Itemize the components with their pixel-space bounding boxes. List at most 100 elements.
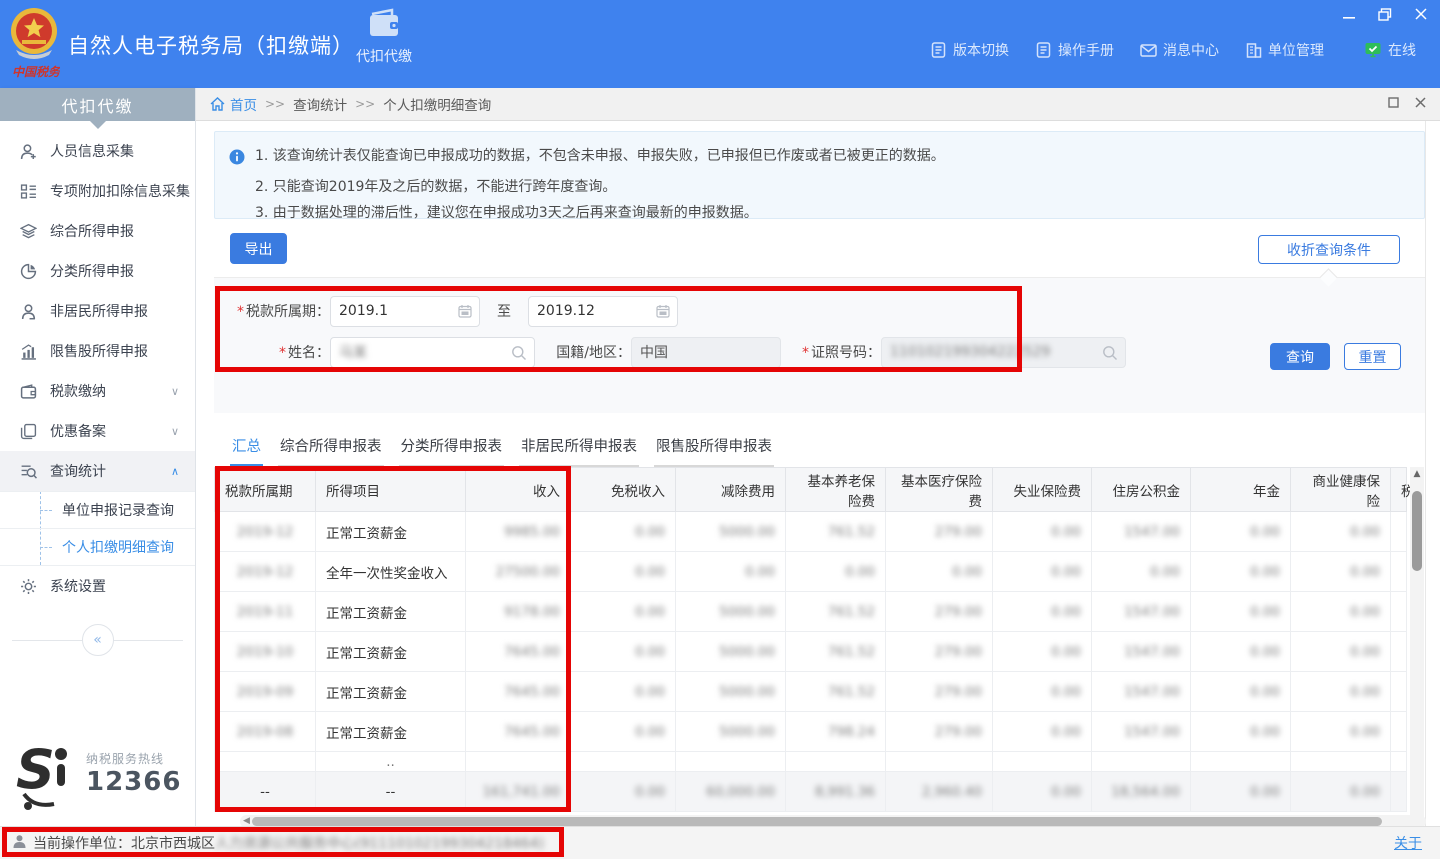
name-input[interactable]: 马某 — [330, 337, 535, 368]
table-row[interactable]: 2019-09正常工资薪金7645.000.005000.00761.52279… — [215, 672, 1407, 712]
header-menu-item-3[interactable]: 消息中心 — [1140, 40, 1219, 60]
table-row[interactable]: 2019-11正常工资薪金9178.000.005000.00761.52279… — [215, 592, 1407, 632]
search-button[interactable]: 查询 — [1270, 343, 1330, 370]
value-0-cell — [466, 752, 571, 772]
sidebar-item-专项附加扣除信息采集[interactable]: 专项附加扣除信息采集 — [0, 171, 195, 211]
column-header-住房公积金[interactable]: 住房公积金 — [1092, 468, 1191, 512]
value-2-cell: 5000.00 — [676, 592, 786, 632]
table-row[interactable]: 2019-12全年一次性奖金收入27500.000.000.000.000.00… — [215, 552, 1407, 592]
header-menu-item-4[interactable]: 单位管理 — [1245, 40, 1324, 60]
column-header-税款所属期[interactable]: 税款所属期 — [215, 468, 316, 512]
value-3-cell: 761.52 — [786, 672, 886, 712]
column-header-失业保险费[interactable]: 失业保险费 — [993, 468, 1092, 512]
table-row[interactable]: 2019-08正常工资薪金7645.000.005000.00798.24279… — [215, 712, 1407, 752]
vertical-scrollbar[interactable]: ▲ ▼ — [1410, 467, 1424, 859]
sidebar-item-查询统计[interactable]: 查询统计∧ — [0, 451, 195, 491]
panel-close-icon[interactable] — [1415, 97, 1426, 112]
period-from-input[interactable]: 2019.1 — [330, 296, 480, 327]
id-number-input[interactable]: 110102199304222529 — [881, 337, 1126, 368]
value-6: 1547.00 — [1124, 724, 1180, 740]
tab-非居民所得申报表[interactable]: 非居民所得申报表 — [519, 429, 639, 467]
tab-限售股所得申报表[interactable]: 限售股所得申报表 — [654, 429, 774, 467]
column-header-收入[interactable]: 收入 — [466, 468, 571, 512]
search-icon[interactable] — [511, 345, 527, 365]
value-6-cell — [1092, 752, 1191, 772]
sidebar-item-分类所得申报[interactable]: 分类所得申报 — [0, 251, 195, 291]
calendar-icon[interactable] — [458, 304, 472, 322]
column-header-减除费用[interactable]: 减除费用 — [676, 468, 786, 512]
column-header-基本养老保险费[interactable]: 基本养老保险费 — [786, 468, 886, 512]
sidebar-item-优惠备案[interactable]: 优惠备案 ∨ — [0, 411, 195, 451]
period-to-input[interactable]: 2019.12 — [528, 296, 678, 327]
person-plus-icon — [20, 143, 37, 160]
sidebar-subitem-个人扣缴明细查询[interactable]: 个人扣缴明细查询 — [0, 528, 195, 565]
value-2: 5000.00 — [719, 604, 775, 620]
header-tab-daikou-daijiao[interactable]: 代扣代缴 — [342, 8, 426, 84]
column-header-商业健康保险[interactable]: 商业健康保险 — [1291, 468, 1391, 512]
column-header-年金[interactable]: 年金 — [1191, 468, 1291, 512]
breadcrumb-item-1[interactable]: 查询统计 — [293, 94, 347, 114]
column-header-免税收入[interactable]: 免税收入 — [571, 468, 676, 512]
hotline-label: 纳税服务热线 — [86, 750, 181, 767]
sidebar-item-非居民所得申报[interactable]: 非居民所得申报 — [0, 291, 195, 331]
column-header-基本医疗保险费[interactable]: 基本医疗保险费 — [886, 468, 993, 512]
header-menu-label: 单位管理 — [1268, 40, 1324, 60]
breadcrumb-item-2[interactable]: 个人扣缴明细查询 — [383, 94, 491, 114]
export-button[interactable]: 导出 — [230, 233, 287, 264]
sidebar-item-税款缴纳[interactable]: 税款缴纳∨ — [0, 371, 195, 411]
value-1-cell: 0.00 — [571, 712, 676, 752]
header-menu-item-1[interactable]: 版本切换 — [930, 40, 1009, 60]
sidebar-item-限售股所得申报[interactable]: 限售股所得申报 — [0, 331, 195, 371]
horizontal-scroll-thumb[interactable] — [252, 817, 1382, 826]
sidebar-item-综合所得申报[interactable]: 综合所得申报 — [0, 211, 195, 251]
calendar-icon[interactable] — [656, 304, 670, 322]
tab-汇总[interactable]: 汇总 — [230, 429, 263, 467]
value-3-cell: 0.00 — [786, 552, 886, 592]
scroll-up-icon[interactable]: ▲ — [1410, 469, 1424, 479]
wallet-icon — [366, 8, 402, 40]
restore-button[interactable] — [1374, 4, 1396, 24]
online-status[interactable]: 在线 — [1364, 40, 1416, 60]
value-8: 0.00 — [1350, 604, 1380, 620]
current-unit-blurred: 人力资源公共服务中心(91110102199304218464) — [215, 833, 544, 853]
column-header-所得项目[interactable]: 所得项目 — [316, 468, 466, 512]
fold-query-button[interactable]: 收折查询条件 — [1258, 235, 1400, 264]
minimize-button[interactable] — [1338, 4, 1360, 24]
table-row[interactable]: 2019-12正常工资薪金9985.000.005000.00761.52279… — [215, 512, 1407, 552]
vertical-scroll-thumb[interactable] — [1412, 491, 1422, 571]
tab-分类所得申报表[interactable]: 分类所得申报表 — [399, 429, 505, 467]
value-1-cell — [571, 752, 676, 772]
pie-icon — [20, 263, 37, 280]
value-8-cell: 0.00 — [1291, 712, 1391, 752]
value-6: 1547.00 — [1124, 684, 1180, 700]
value-7: 0.00 — [1250, 564, 1280, 580]
value-0-cell: 9985.00 — [466, 512, 571, 552]
about-link[interactable]: 关于 — [1394, 833, 1422, 853]
income-item: 正常工资薪金 — [326, 646, 407, 662]
sidebar-item-label: 优惠备案 — [50, 421, 106, 441]
filter-panel: *税款所属期： 2019.1 至 2019.12 — [214, 277, 1425, 413]
chevron-down-icon: ∨ — [171, 425, 179, 438]
window-controls — [1338, 4, 1432, 24]
income-item-cell: 正常工资薪金 — [316, 512, 466, 552]
gear-icon — [20, 578, 37, 595]
value-7-cell: 0.00 — [1191, 632, 1291, 672]
bar-chart-icon — [20, 342, 38, 360]
value-2-cell: 5000.00 — [676, 632, 786, 672]
sidebar-subitem-单位申报记录查询[interactable]: 单位申报记录查询 — [0, 491, 195, 528]
search-icon[interactable] — [1102, 345, 1118, 365]
panel-maximize-icon[interactable] — [1388, 97, 1399, 112]
sidebar-collapse-button[interactable]: « — [82, 624, 114, 656]
reset-button[interactable]: 重置 — [1344, 343, 1401, 370]
close-button[interactable] — [1410, 4, 1432, 24]
value-2: 5000.00 — [719, 524, 775, 540]
breadcrumb-home[interactable]: 首页 — [210, 94, 257, 114]
column-header-税[interactable]: 税 — [1391, 468, 1407, 512]
tab-综合所得申报表[interactable]: 综合所得申报表 — [278, 429, 384, 467]
sidebar-item-系统设置[interactable]: 系统设置 — [0, 566, 195, 606]
value-1-cell: 0.00 — [571, 552, 676, 592]
header-menu-item-2[interactable]: 操作手册 — [1035, 40, 1114, 60]
table-row-more: .. — [215, 752, 1407, 772]
sidebar-item-人员信息采集[interactable]: 人员信息采集 — [0, 131, 195, 171]
table-row[interactable]: 2019-10正常工资薪金7645.000.005000.00761.52279… — [215, 632, 1407, 672]
